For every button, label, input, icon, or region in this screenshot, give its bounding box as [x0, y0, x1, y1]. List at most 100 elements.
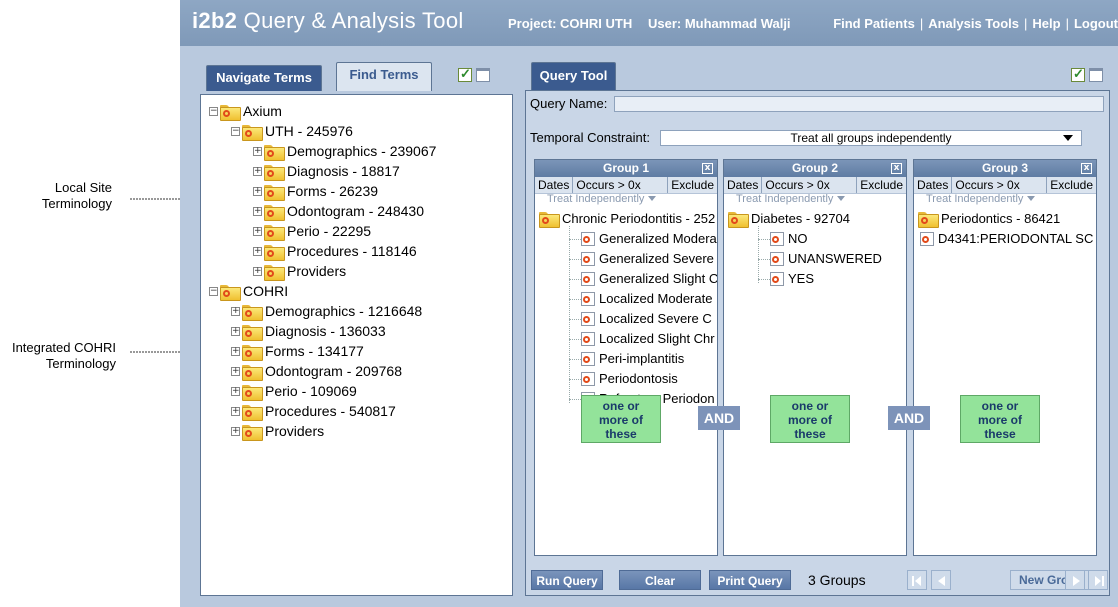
exclude-button[interactable]: Exclude [1047, 177, 1096, 193]
print-query-button[interactable]: Print Query [709, 570, 791, 590]
tree-node[interactable]: + Diagnosis - 136033 [231, 322, 386, 341]
close-icon[interactable]: x [702, 163, 713, 174]
tab-find-terms[interactable]: Find Terms [336, 62, 432, 91]
window-icon[interactable] [1089, 68, 1103, 82]
exclude-button[interactable]: Exclude [668, 177, 717, 193]
collapse-icon[interactable]: − [231, 126, 240, 136]
expand-icon[interactable]: + [253, 186, 262, 196]
tree-node[interactable]: − Axium [209, 102, 282, 121]
group-items: Diabetes - 92704 NO UNANSWERED YES [724, 206, 906, 416]
expand-icon[interactable]: + [253, 246, 262, 256]
prev-group-button[interactable] [931, 570, 951, 590]
tree-node[interactable]: + Forms - 134177 [231, 342, 364, 361]
next-group-button[interactable] [1065, 570, 1085, 590]
expand-icon[interactable]: + [231, 326, 240, 336]
group-item[interactable]: D4341:PERIODONTAL SC [920, 229, 1093, 248]
group-header: Group 2 x [724, 160, 906, 177]
tree-node[interactable]: + Odontogram - 248430 [253, 202, 424, 221]
expand-icon[interactable]: + [253, 226, 262, 236]
group-item[interactable]: Periodontics - 86421 [918, 209, 1060, 228]
last-group-button[interactable] [1088, 570, 1108, 590]
group-item[interactable]: Generalized Slight C [581, 269, 717, 288]
close-icon[interactable]: x [891, 163, 902, 174]
group-item[interactable]: Diabetes - 92704 [728, 209, 850, 228]
tree-node[interactable]: + Demographics - 239067 [253, 142, 436, 161]
tab-navigate-terms[interactable]: Navigate Terms [206, 65, 322, 91]
link-logout[interactable]: Logout [1074, 16, 1118, 31]
treat-independently-select[interactable]: Treat Independently [724, 194, 906, 206]
query-tool-panel: Query Tool Query Name: Temporal Constrai… [525, 60, 1110, 596]
group-item[interactable]: Generalized Severe [581, 249, 714, 268]
tree-node[interactable]: + Odontogram - 209768 [231, 362, 402, 381]
collapse-icon[interactable]: − [209, 106, 218, 116]
group-item[interactable]: NO [770, 229, 808, 248]
group-item-label: Localized Severe C [599, 311, 712, 326]
expand-icon[interactable]: + [253, 166, 262, 176]
dates-button[interactable]: Dates [724, 177, 763, 193]
top-bar: i2b2 Query & Analysis Tool Project: COHR… [180, 0, 1118, 46]
treat-independently-select[interactable]: Treat Independently [535, 194, 717, 206]
folder-icon [242, 324, 263, 341]
expand-icon[interactable]: + [253, 206, 262, 216]
expand-icon[interactable]: + [231, 406, 240, 416]
first-group-button[interactable] [907, 570, 927, 590]
tree-node[interactable]: + Diagnosis - 18817 [253, 162, 400, 181]
link-analysis-tools[interactable]: Analysis Tools [928, 16, 1019, 31]
tree-node-label: Perio - 22295 [287, 223, 372, 239]
group-item[interactable]: Localized Moderate [581, 289, 712, 308]
tree-node[interactable]: − UTH - 245976 [231, 122, 353, 141]
treat-independently-select[interactable]: Treat Independently [914, 194, 1096, 206]
query-name-input[interactable] [614, 96, 1104, 112]
dates-button[interactable]: Dates [535, 177, 574, 193]
group-item[interactable]: Generalized Modera [581, 229, 717, 248]
exclude-button[interactable]: Exclude [857, 177, 906, 193]
occurs-button[interactable]: Occurs > 0x [573, 177, 669, 193]
occurs-button[interactable]: Occurs > 0x [952, 177, 1048, 193]
run-query-button[interactable]: Run Query [531, 570, 603, 590]
expand-icon[interactable]: + [231, 426, 240, 436]
group-item[interactable]: Chronic Periodontitis - 252 [539, 209, 715, 228]
tree-node-label: Forms - 26239 [287, 183, 379, 199]
group-item[interactable]: UNANSWERED [770, 249, 882, 268]
close-icon[interactable]: x [1081, 163, 1092, 174]
tree-node[interactable]: + Demographics - 1216648 [231, 302, 422, 321]
checkbox-icon[interactable] [458, 66, 472, 82]
tree-node[interactable]: + Procedures - 540817 [231, 402, 396, 421]
group-item[interactable]: Peri-implantitis [581, 349, 684, 368]
query-tool-body: Query Name: Temporal Constraint: Treat a… [525, 90, 1110, 596]
expand-icon[interactable]: + [231, 346, 240, 356]
tree-node[interactable]: + Perio - 22295 [253, 222, 372, 241]
tree-node[interactable]: + Forms - 26239 [253, 182, 379, 201]
link-help[interactable]: Help [1032, 16, 1060, 31]
tree-node[interactable]: + Providers [253, 262, 346, 281]
expand-icon[interactable]: + [231, 386, 240, 396]
group-item[interactable]: YES [770, 269, 814, 288]
group-item[interactable]: Localized Severe C [581, 309, 712, 328]
clear-button[interactable]: Clear [619, 570, 701, 590]
expand-icon[interactable]: + [253, 146, 262, 156]
query-group-3[interactable]: Group 3 x Dates Occurs > 0x Exclude Treat Ind… [913, 159, 1097, 556]
query-group-1[interactable]: Group 1 x Dates Occurs > 0x Exclude Treat Ind… [534, 159, 718, 556]
expand-icon[interactable]: + [253, 266, 262, 276]
group-item[interactable]: Localized Slight Chr [581, 329, 715, 348]
app-window: i2b2 Query & Analysis Tool Project: COHR… [180, 0, 1118, 607]
occurs-button[interactable]: Occurs > 0x [762, 177, 858, 193]
checkbox-icon[interactable] [1071, 66, 1085, 82]
collapse-icon[interactable]: − [209, 286, 218, 296]
tree-node[interactable]: + Perio - 109069 [231, 382, 357, 401]
window-icon[interactable] [476, 68, 490, 82]
one-or-more-line: these [984, 427, 1016, 441]
group-item[interactable]: Periodontosis [581, 369, 678, 388]
expand-icon[interactable]: + [231, 306, 240, 316]
tree-node[interactable]: + Procedures - 118146 [253, 242, 417, 261]
link-find-patients[interactable]: Find Patients [833, 16, 915, 31]
groups-count: 3 Groups [808, 572, 866, 588]
tree-node[interactable]: − COHRI [209, 282, 288, 301]
tab-query-tool[interactable]: Query Tool [531, 62, 616, 90]
query-group-2[interactable]: Group 2 x Dates Occurs > 0x Exclude Treat Ind… [723, 159, 907, 556]
one-or-more-line: one or [791, 399, 829, 413]
temporal-constraint-select[interactable]: Treat all groups independently [660, 130, 1082, 146]
tree-node[interactable]: + Providers [231, 422, 324, 441]
dates-button[interactable]: Dates [914, 177, 953, 193]
expand-icon[interactable]: + [231, 366, 240, 376]
